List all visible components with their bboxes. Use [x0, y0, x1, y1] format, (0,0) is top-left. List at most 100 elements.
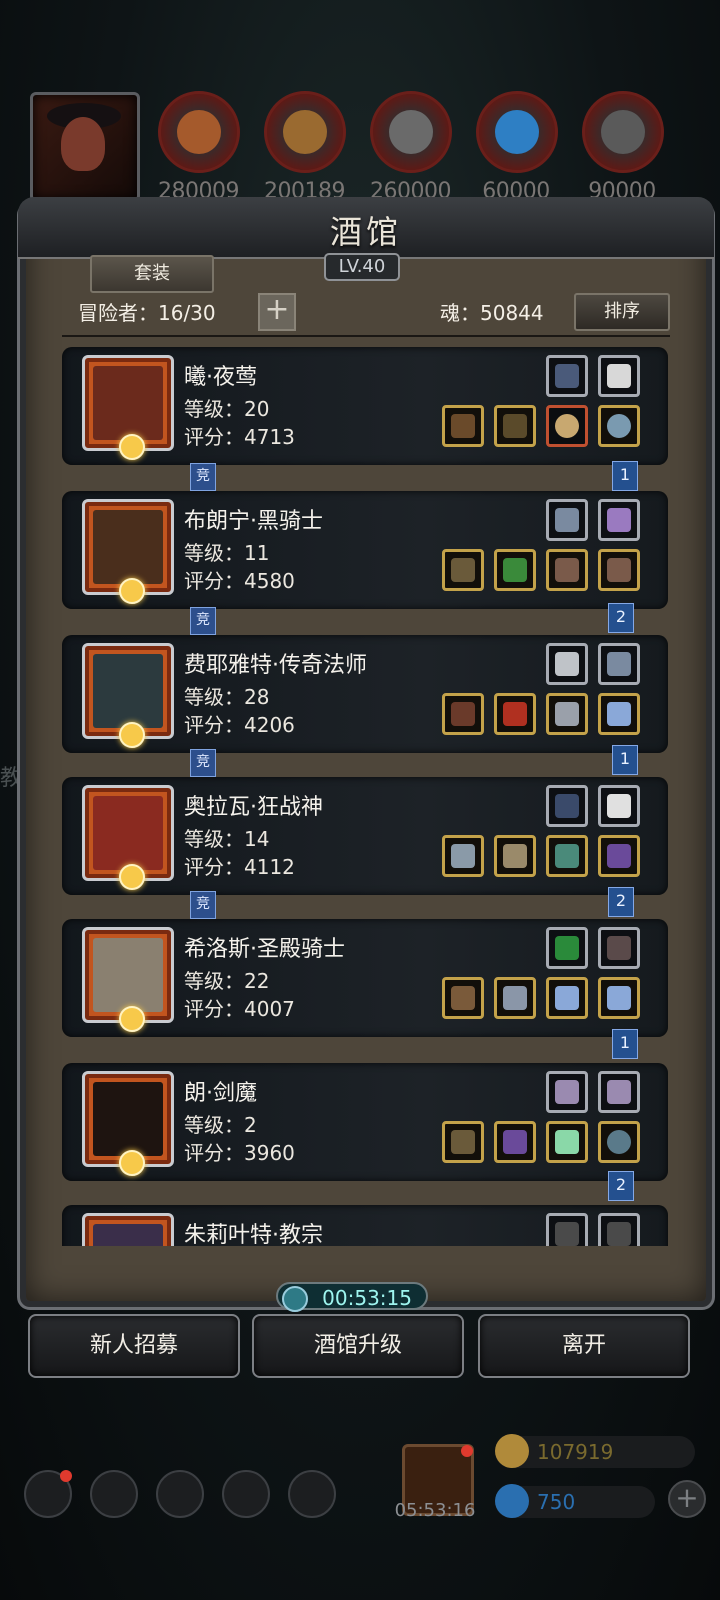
equip-slot-crystal-icon[interactable]: [546, 1071, 588, 1113]
hero-level: 等级：28: [184, 685, 270, 709]
hero-card[interactable]: 奥拉瓦·狂战神 等级：14 评分：4112: [62, 777, 668, 895]
hero-card[interactable]: 朱莉叶特·教宗: [62, 1205, 668, 1246]
hero-card[interactable]: 布朗宁·黑骑士 等级：11 评分：4580: [62, 491, 668, 609]
hero-name: 朗·剑魔: [184, 1081, 257, 1106]
equip-slot-bracer-icon[interactable]: [546, 1121, 588, 1163]
equip-slot-staff-icon[interactable]: [442, 693, 484, 735]
equip-slot-rune-icon[interactable]: [546, 355, 588, 397]
equip-slot-feather-icon[interactable]: [598, 355, 640, 397]
equip-slot-feather-icon[interactable]: [546, 643, 588, 685]
equip-slot-helmet-icon[interactable]: [494, 1121, 536, 1163]
equip-slot-necklace-icon[interactable]: [546, 499, 588, 541]
hero-image: [93, 938, 163, 1012]
equip-slot-dagger-icon[interactable]: [546, 693, 588, 735]
equip-slot-amulet-icon[interactable]: [546, 405, 588, 447]
equip-slot-armor-icon[interactable]: [494, 405, 536, 447]
equip-slot-crystal-icon[interactable]: [598, 1071, 640, 1113]
hero-portrait[interactable]: [82, 499, 174, 604]
equip-slot-staff-icon[interactable]: [442, 549, 484, 591]
gem-counter: 750: [495, 1484, 695, 1518]
rank-tag: 1: [612, 461, 638, 491]
resource-ore[interactable]: 280009: [158, 91, 240, 204]
hero-level: 等级：2: [184, 1113, 257, 1137]
equip-slot-armor-icon[interactable]: [494, 977, 536, 1019]
leave-button[interactable]: 离开: [478, 1314, 690, 1378]
crystal-icon: [495, 110, 539, 154]
equip-slot-robe-icon[interactable]: [494, 693, 536, 735]
equip-slot-crystal-icon[interactable]: [598, 499, 640, 541]
equip-slot-gem-icon[interactable]: [598, 693, 640, 735]
mail-icon[interactable]: [222, 1470, 270, 1518]
moon-badge-icon: [119, 1006, 145, 1032]
equip-slot-axe-icon[interactable]: [442, 835, 484, 877]
hero-score: 评分：4206: [184, 713, 295, 737]
menu-icon[interactable]: [90, 1470, 138, 1518]
resource-iron[interactable]: 90000: [582, 91, 664, 204]
hero-card[interactable]: 费耶雅特·传奇法师 等级：28 评分：4206: [62, 635, 668, 753]
resource-crystal[interactable]: 60000: [476, 91, 558, 204]
soul-count: 魂：50844: [440, 301, 544, 325]
equip-slot-bow-icon[interactable]: [546, 785, 588, 827]
notification-dot: [60, 1470, 72, 1482]
hero-portrait[interactable]: [82, 643, 174, 748]
hero-image: [93, 510, 163, 584]
equip-slot-sword-icon[interactable]: [442, 1121, 484, 1163]
equip-slot-bow-icon[interactable]: [442, 405, 484, 447]
hero-name: 朱莉叶特·教宗: [184, 1223, 323, 1246]
hero-name: 曦·夜莺: [184, 365, 257, 390]
equip-slot-gem-icon[interactable]: [546, 977, 588, 1019]
recruit-button[interactable]: 新人招募: [28, 1314, 240, 1378]
hero-score: 评分：4112: [184, 855, 295, 879]
add-currency-button[interactable]: +: [668, 1480, 706, 1518]
hero-portrait[interactable]: [82, 1213, 174, 1246]
hero-image: [93, 654, 163, 728]
hero-portrait[interactable]: [82, 927, 174, 1032]
gold-amount: 107919: [537, 1440, 614, 1464]
equip-slot-spark-icon[interactable]: [598, 835, 640, 877]
hero-name: 布朗宁·黑骑士: [184, 509, 323, 534]
hero-level: 等级：11: [184, 541, 270, 565]
equip-slot-gauntlet-icon[interactable]: [598, 1213, 640, 1246]
hero-portrait[interactable]: [82, 785, 174, 890]
settings-gear-icon[interactable]: [24, 1470, 72, 1518]
sort-button[interactable]: 排序: [574, 293, 670, 331]
moon-badge-icon: [119, 722, 145, 748]
equip-slot-gem-icon[interactable]: [598, 977, 640, 1019]
tavern-panel: 酒馆 LV.40 套装 冒险者：16/30 + 魂：50844 排序 曦·夜莺 …: [18, 197, 714, 1307]
hero-image: [93, 1082, 163, 1156]
equip-slot-armor-icon[interactable]: [494, 549, 536, 591]
moon-badge-icon: [119, 434, 145, 460]
upgrade-tavern-button[interactable]: 酒馆升级: [252, 1314, 464, 1378]
arena-tag: 竞: [190, 891, 216, 919]
resource-wood[interactable]: 200189: [264, 91, 346, 204]
hero-card[interactable]: 希洛斯·圣殿骑士 等级：22 评分：4007: [62, 919, 668, 1037]
equip-slot-bracer-icon[interactable]: [546, 835, 588, 877]
arena-tag: 竞: [190, 607, 216, 635]
equip-slot-tome-icon[interactable]: [546, 927, 588, 969]
clock-icon: [282, 1286, 308, 1312]
equip-slot-feather-icon[interactable]: [598, 927, 640, 969]
equip-slot-gauntlet-icon[interactable]: [546, 1213, 588, 1246]
moon-badge-icon: [119, 578, 145, 604]
player-avatar[interactable]: [30, 92, 140, 202]
quest-icon[interactable]: [156, 1470, 204, 1518]
hero-card[interactable]: 曦·夜莺 等级：20 评分：4713: [62, 347, 668, 465]
equip-slot-boots-icon[interactable]: [546, 549, 588, 591]
equip-slot-ring-icon[interactable]: [598, 1121, 640, 1163]
add-slot-button[interactable]: +: [258, 293, 296, 331]
equip-slot-boots-icon[interactable]: [598, 549, 640, 591]
equip-slot-feather-icon[interactable]: [598, 785, 640, 827]
equip-slot-ring-icon[interactable]: [598, 405, 640, 447]
set-button[interactable]: 套装: [90, 255, 214, 293]
equip-slot-hammer-icon[interactable]: [442, 977, 484, 1019]
hero-portrait[interactable]: [82, 355, 174, 460]
rank-tag: 2: [608, 887, 634, 917]
equip-slot-helmet-icon[interactable]: [494, 835, 536, 877]
bag-icon[interactable]: [288, 1470, 336, 1518]
hero-portrait[interactable]: [82, 1071, 174, 1176]
equip-slot-necklace-icon[interactable]: [598, 643, 640, 685]
panel-title: 酒馆: [329, 213, 402, 251]
hero-list[interactable]: 曦·夜莺 等级：20 评分：4713 竞 1 布朗宁·黑骑士 等级：11 评分：…: [62, 341, 668, 1246]
resource-stone[interactable]: 260000: [370, 91, 452, 204]
hero-card[interactable]: 朗·剑魔 等级：2 评分：3960: [62, 1063, 668, 1181]
